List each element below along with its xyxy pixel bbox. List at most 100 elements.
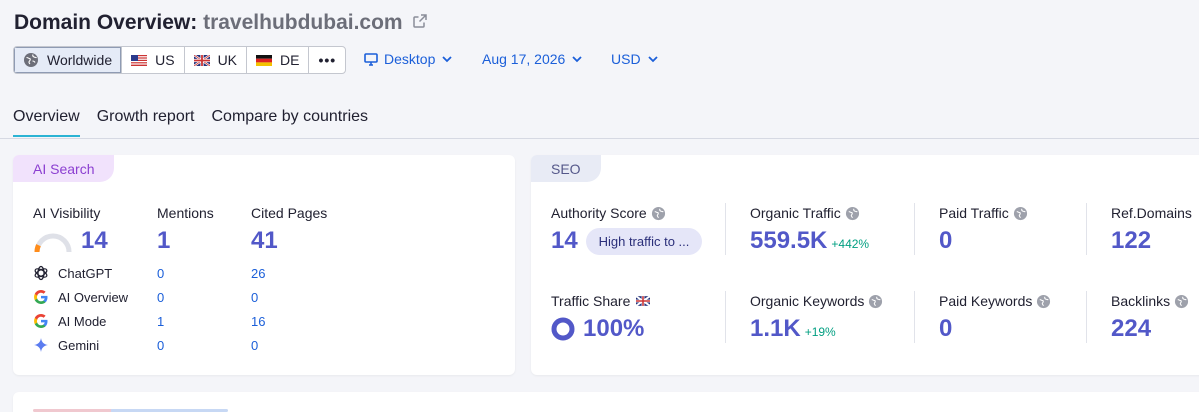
paid-traffic-label: Paid Traffic [939, 205, 1028, 221]
ai-visibility-value[interactable]: 14 [81, 227, 108, 255]
seo-pill: SEO [531, 155, 601, 182]
page-header: Domain Overview: travelhubdubai.com Worl… [0, 0, 1199, 139]
currency-label: USD [611, 51, 641, 67]
ai-row-name: AI Mode [58, 313, 107, 329]
traffic-share-value[interactable]: 100% [583, 315, 644, 343]
gemini-mentions[interactable]: 0 [157, 338, 164, 353]
metric-value: 559.5K [750, 227, 828, 254]
ref-domains-label: Ref.Domains [1111, 205, 1192, 221]
device-label: Desktop [384, 51, 436, 67]
metric-value: 1.1K [750, 315, 801, 342]
region-label: UK [217, 52, 238, 68]
organic-traffic-delta: +442% [831, 237, 870, 251]
label-text: Authority Score [551, 205, 647, 221]
label-text: Ref.Domains [1111, 205, 1192, 221]
globe-icon [24, 53, 38, 67]
monitor-icon [364, 52, 378, 66]
ai-row-name: Gemini [58, 337, 100, 353]
chatgpt-cited[interactable]: 26 [251, 266, 265, 281]
info-icon[interactable] [868, 294, 883, 309]
chevron-down-icon [442, 55, 452, 62]
divider [725, 291, 726, 343]
label-text: Organic Traffic [750, 205, 841, 221]
ai-row-name: AI Overview [58, 289, 129, 305]
seo-card: SEO Authority Score 14 High traffic to .… [531, 155, 1199, 375]
paid-traffic-value[interactable]: 0 [939, 227, 952, 255]
cited-pages-value[interactable]: 41 [251, 227, 278, 255]
device-dropdown[interactable]: Desktop [364, 51, 452, 67]
ai-visibility-label: AI Visibility [33, 205, 101, 221]
ai-row-ai-overview: AI Overview [33, 289, 128, 305]
google-icon [34, 290, 48, 304]
region-worldwide-button[interactable]: Worldwide [14, 47, 123, 73]
ai-search-card: AI Search AI Visibility Mentions Cited P… [13, 155, 515, 375]
authority-score-value[interactable]: 14 [551, 227, 578, 255]
external-link-icon[interactable] [412, 13, 428, 29]
domain-name[interactable]: travelhubdubai.com [203, 11, 403, 34]
ai-overview-mentions[interactable]: 0 [157, 290, 164, 305]
date-dropdown[interactable]: Aug 17, 2026 [482, 51, 582, 67]
region-uk-button[interactable]: UK [185, 47, 248, 73]
region-us-button[interactable]: US [122, 47, 185, 73]
visibility-gauge-icon [34, 233, 72, 253]
currency-dropdown[interactable]: USD [611, 51, 658, 67]
ai-row-ai-mode: AI Mode [33, 313, 106, 329]
divider [1086, 291, 1087, 343]
cited-pages-label: Cited Pages [251, 205, 328, 221]
mentions-value[interactable]: 1 [157, 227, 170, 255]
ai-row-chatgpt: ChatGPT [33, 265, 112, 281]
info-icon[interactable] [1174, 294, 1189, 309]
traffic-share-label: Traffic Share [551, 293, 651, 309]
authority-score-label: Authority Score [551, 205, 666, 221]
organic-keywords-label: Organic Keywords [750, 293, 883, 309]
ai-search-pill: AI Search [13, 155, 115, 182]
ref-domains-value[interactable]: 122 [1111, 227, 1151, 255]
us-flag-icon [131, 54, 148, 66]
region-label: US [155, 52, 175, 68]
next-section-card [13, 392, 1199, 412]
traffic-share-donut-icon [551, 317, 575, 341]
paid-keywords-value[interactable]: 0 [939, 315, 952, 343]
uk-flag-icon [636, 296, 651, 306]
ai-row-gemini: Gemini [33, 337, 99, 353]
ai-overview-cited[interactable]: 0 [251, 290, 258, 305]
organic-keywords-delta: +19% [804, 325, 836, 339]
mentions-label: Mentions [157, 205, 214, 221]
chevron-down-icon [572, 55, 582, 62]
chevron-down-icon [647, 55, 658, 62]
page-title: Domain Overview: travelhubdubai.com [14, 11, 428, 35]
label-text: Paid Keywords [939, 293, 1033, 309]
ai-row-name: ChatGPT [58, 265, 113, 281]
info-icon[interactable] [651, 206, 666, 221]
date-label: Aug 17, 2026 [482, 51, 566, 67]
tab-bar: Overview Growth report Compare by countr… [13, 108, 385, 137]
backlinks-label: Backlinks [1111, 293, 1189, 309]
info-icon[interactable] [1013, 206, 1028, 221]
title-prefix: Domain Overview: [14, 11, 198, 34]
tab-overview[interactable]: Overview [13, 108, 80, 137]
ai-mode-mentions[interactable]: 1 [157, 314, 164, 329]
label-text: Traffic Share [551, 293, 631, 309]
uk-flag-icon [193, 54, 210, 66]
gemini-cited[interactable]: 0 [251, 338, 258, 353]
organic-keywords-value[interactable]: 1.1K +19% [750, 315, 836, 343]
authority-badge[interactable]: High traffic to ... [586, 228, 702, 255]
info-icon[interactable] [1036, 294, 1051, 309]
region-label: Worldwide [47, 52, 113, 68]
label-text: Backlinks [1111, 293, 1171, 309]
tab-compare-by-countries[interactable]: Compare by countries [212, 108, 369, 137]
organic-traffic-value[interactable]: 559.5K +442% [750, 227, 869, 255]
google-icon [34, 314, 48, 328]
info-icon[interactable] [845, 206, 860, 221]
tab-growth-report[interactable]: Growth report [97, 108, 195, 137]
chatgpt-mentions[interactable]: 0 [157, 266, 164, 281]
more-regions-button[interactable]: ••• [309, 47, 345, 73]
region-de-button[interactable]: DE [247, 47, 310, 73]
divider [1086, 203, 1087, 255]
divider [725, 203, 726, 255]
label-text: Paid Traffic [939, 205, 1009, 221]
backlinks-value[interactable]: 224 [1111, 315, 1151, 343]
chatgpt-icon [34, 265, 48, 281]
divider [914, 203, 915, 255]
ai-mode-cited[interactable]: 16 [251, 314, 265, 329]
